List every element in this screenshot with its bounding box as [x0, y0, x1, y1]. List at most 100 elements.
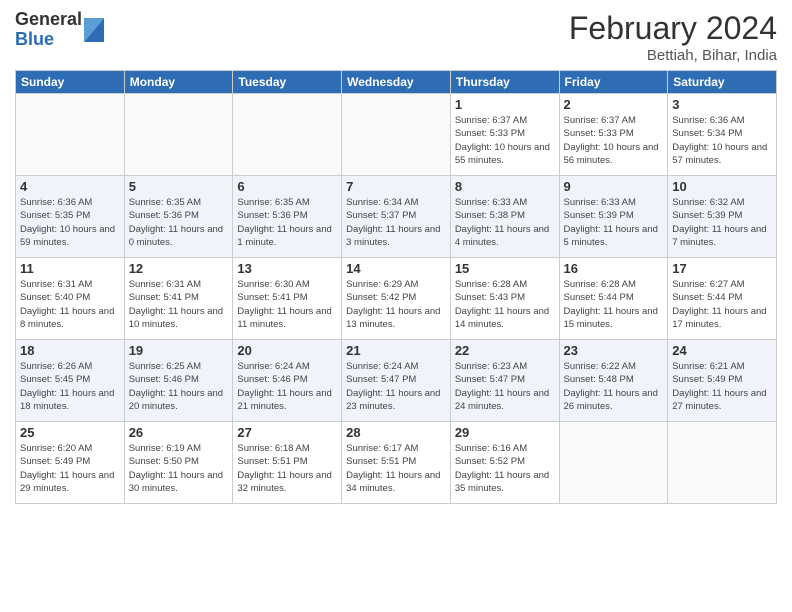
day-info: Sunrise: 6:19 AMSunset: 5:50 PMDaylight:…: [129, 442, 229, 495]
day-number: 27: [237, 425, 337, 440]
day-info: Sunrise: 6:33 AMSunset: 5:39 PMDaylight:…: [564, 196, 664, 249]
table-row: 25Sunrise: 6:20 AMSunset: 5:49 PMDayligh…: [16, 422, 125, 504]
day-number: 8: [455, 179, 555, 194]
day-number: 4: [20, 179, 120, 194]
day-info: Sunrise: 6:24 AMSunset: 5:46 PMDaylight:…: [237, 360, 337, 413]
day-number: 18: [20, 343, 120, 358]
table-row: 26 Sunrise: 6:19 AMSunset: 5:50 PMDayligh…: [124, 422, 233, 504]
day-info: Sunrise: 6:36 AMSunset: 5:34 PMDaylight:…: [672, 114, 772, 167]
day-number: 9: [564, 179, 664, 194]
day-number: 2: [564, 97, 664, 112]
day-number: 13: [237, 261, 337, 276]
table-row: 14Sunrise: 6:29 AMSunset: 5:42 PMDayligh…: [342, 258, 451, 340]
month-title: February 2024: [569, 10, 777, 47]
col-thursday: Thursday: [450, 71, 559, 94]
table-row: 15 Sunrise: 6:28 AMSunset: 5:43 PMDayligh…: [450, 258, 559, 340]
location: Bettiah, Bihar, India: [569, 47, 777, 64]
table-row: [16, 94, 125, 176]
table-row: 23 Sunrise: 6:22 AMSunset: 5:48 PMDayligh…: [559, 340, 668, 422]
day-number: 5: [129, 179, 229, 194]
table-row: 11 Sunrise: 6:31 AMSunset: 5:40 PMDayligh…: [16, 258, 125, 340]
day-number: 23: [564, 343, 664, 358]
day-info: Sunrise: 6:26 AMSunset: 5:45 PMDaylight:…: [20, 360, 120, 413]
day-info: Sunrise: 6:22 AMSunset: 5:48 PMDaylight:…: [564, 360, 664, 413]
day-info: Sunrise: 6:33 AMSunset: 5:38 PMDaylight:…: [455, 196, 555, 249]
table-row: [233, 94, 342, 176]
day-info: Sunrise: 6:30 AMSunset: 5:41 PMDaylight:…: [237, 278, 337, 331]
day-info: Sunrise: 6:32 AMSunset: 5:39 PMDaylight:…: [672, 196, 772, 249]
day-info: Sunrise: 6:28 AMSunset: 5:43 PMDaylight:…: [455, 278, 555, 331]
table-row: 29 Sunrise: 6:16 AMSunset: 5:52 PMDayligh…: [450, 422, 559, 504]
day-number: 6: [237, 179, 337, 194]
table-row: 2 Sunrise: 6:37 AMSunset: 5:33 PMDaylight…: [559, 94, 668, 176]
col-tuesday: Tuesday: [233, 71, 342, 94]
day-number: 15: [455, 261, 555, 276]
day-number: 7: [346, 179, 446, 194]
day-info: Sunrise: 6:31 AMSunset: 5:40 PMDaylight:…: [20, 278, 120, 331]
day-info: Sunrise: 6:37 AMSunset: 5:33 PMDaylight:…: [564, 114, 664, 167]
day-number: 20: [237, 343, 337, 358]
logo-icon: [84, 18, 104, 42]
calendar-week-row: 1 Sunrise: 6:37 AMSunset: 5:33 PMDaylight…: [16, 94, 777, 176]
day-info: Sunrise: 6:25 AMSunset: 5:46 PMDaylight:…: [129, 360, 229, 413]
day-info: Sunrise: 6:34 AMSunset: 5:37 PMDaylight:…: [346, 196, 446, 249]
col-monday: Monday: [124, 71, 233, 94]
calendar-week-row: 18 Sunrise: 6:26 AMSunset: 5:45 PMDayligh…: [16, 340, 777, 422]
table-row: 10 Sunrise: 6:32 AMSunset: 5:39 PMDayligh…: [668, 176, 777, 258]
table-row: 19 Sunrise: 6:25 AMSunset: 5:46 PMDayligh…: [124, 340, 233, 422]
table-row: [342, 94, 451, 176]
table-row: 9 Sunrise: 6:33 AMSunset: 5:39 PMDaylight…: [559, 176, 668, 258]
table-row: 24Sunrise: 6:21 AMSunset: 5:49 PMDayligh…: [668, 340, 777, 422]
table-row: 8 Sunrise: 6:33 AMSunset: 5:38 PMDaylight…: [450, 176, 559, 258]
table-row: 13 Sunrise: 6:30 AMSunset: 5:41 PMDayligh…: [233, 258, 342, 340]
day-info: Sunrise: 6:16 AMSunset: 5:52 PMDaylight:…: [455, 442, 555, 495]
day-number: 1: [455, 97, 555, 112]
day-info: Sunrise: 6:35 AMSunset: 5:36 PMDaylight:…: [237, 196, 337, 249]
day-number: 10: [672, 179, 772, 194]
calendar-week-row: 25Sunrise: 6:20 AMSunset: 5:49 PMDayligh…: [16, 422, 777, 504]
day-number: 16: [564, 261, 664, 276]
day-info: Sunrise: 6:20 AMSunset: 5:49 PMDaylight:…: [20, 442, 120, 495]
day-number: 29: [455, 425, 555, 440]
day-info: Sunrise: 6:27 AMSunset: 5:44 PMDaylight:…: [672, 278, 772, 331]
table-row: 21 Sunrise: 6:24 AMSunset: 5:47 PMDayligh…: [342, 340, 451, 422]
day-number: 14: [346, 261, 446, 276]
table-row: 28 Sunrise: 6:17 AMSunset: 5:51 PMDayligh…: [342, 422, 451, 504]
table-row: 12 Sunrise: 6:31 AMSunset: 5:41 PMDayligh…: [124, 258, 233, 340]
col-sunday: Sunday: [16, 71, 125, 94]
day-info: Sunrise: 6:24 AMSunset: 5:47 PMDaylight:…: [346, 360, 446, 413]
day-info: Sunrise: 6:17 AMSunset: 5:51 PMDaylight:…: [346, 442, 446, 495]
table-row: [124, 94, 233, 176]
day-number: 19: [129, 343, 229, 358]
table-row: 7 Sunrise: 6:34 AMSunset: 5:37 PMDaylight…: [342, 176, 451, 258]
day-info: Sunrise: 6:37 AMSunset: 5:33 PMDaylight:…: [455, 114, 555, 167]
table-row: 1 Sunrise: 6:37 AMSunset: 5:33 PMDaylight…: [450, 94, 559, 176]
day-info: Sunrise: 6:23 AMSunset: 5:47 PMDaylight:…: [455, 360, 555, 413]
table-row: 27Sunrise: 6:18 AMSunset: 5:51 PMDayligh…: [233, 422, 342, 504]
table-row: 20 Sunrise: 6:24 AMSunset: 5:46 PMDayligh…: [233, 340, 342, 422]
calendar-week-row: 4 Sunrise: 6:36 AMSunset: 5:35 PMDaylight…: [16, 176, 777, 258]
table-row: [559, 422, 668, 504]
table-row: 17 Sunrise: 6:27 AMSunset: 5:44 PMDayligh…: [668, 258, 777, 340]
day-number: 17: [672, 261, 772, 276]
day-number: 12: [129, 261, 229, 276]
day-info: Sunrise: 6:21 AMSunset: 5:49 PMDaylight:…: [672, 360, 772, 413]
day-number: 26: [129, 425, 229, 440]
day-info: Sunrise: 6:36 AMSunset: 5:35 PMDaylight:…: [20, 196, 120, 249]
table-row: 5 Sunrise: 6:35 AMSunset: 5:36 PMDaylight…: [124, 176, 233, 258]
calendar-table: Sunday Monday Tuesday Wednesday Thursday…: [15, 70, 777, 504]
title-section: February 2024 Bettiah, Bihar, India: [569, 10, 777, 64]
table-row: 6 Sunrise: 6:35 AMSunset: 5:36 PMDaylight…: [233, 176, 342, 258]
col-friday: Friday: [559, 71, 668, 94]
table-row: 22 Sunrise: 6:23 AMSunset: 5:47 PMDayligh…: [450, 340, 559, 422]
day-number: 28: [346, 425, 446, 440]
day-number: 11: [20, 261, 120, 276]
table-row: 16Sunrise: 6:28 AMSunset: 5:44 PMDayligh…: [559, 258, 668, 340]
day-number: 22: [455, 343, 555, 358]
day-number: 21: [346, 343, 446, 358]
table-row: [668, 422, 777, 504]
col-wednesday: Wednesday: [342, 71, 451, 94]
day-info: Sunrise: 6:35 AMSunset: 5:36 PMDaylight:…: [129, 196, 229, 249]
day-info: Sunrise: 6:31 AMSunset: 5:41 PMDaylight:…: [129, 278, 229, 331]
logo-general-text: General: [15, 10, 82, 30]
